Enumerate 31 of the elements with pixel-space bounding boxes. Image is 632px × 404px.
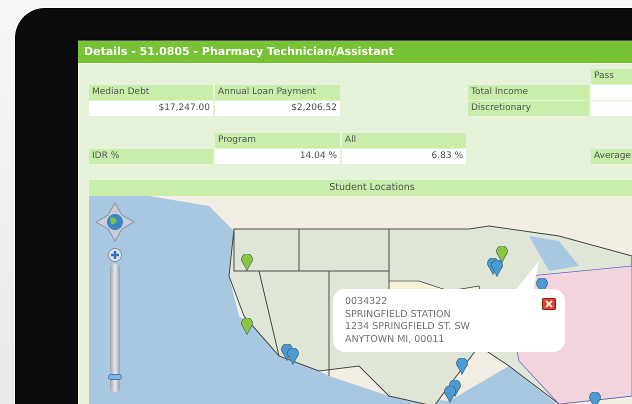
address-line: ANYTOWN MI, 00011 [345, 334, 444, 346]
lake-shape [529, 236, 579, 271]
column-header: Pass [591, 69, 632, 84]
map-pin-icon[interactable] [496, 246, 508, 263]
column-header: All [342, 133, 466, 148]
map-title: Student Locations [89, 180, 632, 196]
map-pin-icon[interactable] [456, 358, 468, 375]
column-header: Annual Loan Payment [215, 85, 340, 100]
map-pin-icon[interactable] [491, 260, 503, 277]
column-header: Program [215, 133, 340, 148]
zoom-slider[interactable] [110, 264, 120, 392]
address-line: 0034322 [345, 296, 388, 308]
row-header: IDR % [89, 149, 213, 164]
table-cell: 6.83 % [342, 149, 466, 164]
address-line: 1234 SPRINGFIELD ST. SW [345, 321, 470, 334]
map-pin-icon[interactable] [241, 318, 253, 335]
table-cell: $2,206.52 [215, 101, 340, 116]
column-header: Median Debt [89, 85, 213, 100]
map-pin-icon[interactable] [589, 392, 601, 404]
address-line: SPRINGFIELD STATION [345, 308, 451, 321]
table-cell: $17,247.00 [89, 101, 213, 116]
map-pin-icon[interactable] [287, 348, 299, 365]
row-header: Total Income [468, 85, 589, 100]
close-button[interactable] [542, 298, 556, 310]
row-header: Discretionary [468, 101, 589, 116]
row-header: Average [591, 149, 632, 164]
table-cell: 14.04 % [215, 149, 340, 164]
map-pin-icon[interactable] [241, 254, 253, 271]
map-pin-icon[interactable] [444, 386, 456, 403]
slider-thumb[interactable] [108, 374, 122, 380]
window-title: Details - 51.0805 - Pharmacy Technician/Assistant [78, 41, 632, 63]
